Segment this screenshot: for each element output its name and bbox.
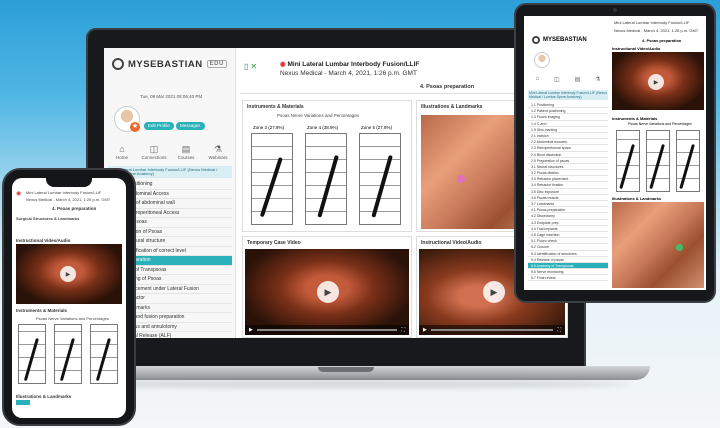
card-title: Instruments & Materials: [612, 116, 658, 121]
play-circle-icon: ◉: [280, 61, 286, 68]
avatar[interactable]: [534, 52, 550, 68]
play-icon[interactable]: ▶: [317, 281, 339, 303]
star-icon: ★: [130, 122, 140, 132]
card-title: Instructional Video/Audio: [612, 46, 661, 51]
card-title: Temporary Case Video: [247, 240, 301, 246]
phone-subtitle: Nexus Medical - March 4, 2021, 1:26 p.m.…: [26, 197, 111, 202]
phone-screen: ◉ Mini Lateral Lumbar Interbody Fusion/L…: [12, 178, 126, 418]
play-circle-icon: ◉: [16, 191, 22, 197]
nav-label: Webinars: [208, 155, 228, 160]
card-title: Illustrations & Landmarks: [16, 394, 72, 399]
zone-label: Zone 4 (38.9%): [307, 125, 339, 130]
teal-tag: [16, 400, 30, 405]
phone-notch: [46, 178, 92, 187]
tablet-nav: ⌂ ◫ ▤ ⚗: [528, 76, 608, 88]
nav-webinars[interactable]: ⚗ Webinars: [204, 144, 232, 160]
logo-sub: EDU: [206, 60, 227, 68]
edit-profile-button[interactable]: Edit Profile: [144, 122, 174, 130]
nav-home[interactable]: ⌂ Home: [108, 144, 136, 160]
landmark-marker: [676, 244, 683, 251]
procedure-icons: ▯ ✕: [244, 62, 257, 71]
document-icon: ▯: [244, 62, 249, 71]
temporary-video-card: Temporary Case Video ▶ ▶ ⛶: [242, 236, 412, 338]
play-small-icon[interactable]: ▶: [249, 327, 253, 333]
fullscreen-icon[interactable]: ⛶: [557, 327, 561, 333]
nav-label: Courses: [177, 155, 195, 160]
progress-bar[interactable]: [430, 329, 554, 331]
home-icon: ⌂: [119, 144, 125, 154]
laptop-screen: MYSEBASTIAN EDU Tue, 09 Mar 2021 06:06:4…: [104, 48, 568, 338]
procedure-title: ◉ Mini Lateral Lumbar Interbody Fusion/L…: [280, 60, 419, 68]
spine-caption: Psoas Nerve Variations and Percentages: [36, 316, 109, 321]
card-title: Instruments & Materials: [247, 104, 304, 110]
courses-icon[interactable]: ▤: [575, 76, 581, 88]
zone-label: Zone 3 (27.8%): [253, 125, 285, 130]
play-icon[interactable]: ▶: [483, 281, 505, 303]
logo-icon: [112, 58, 124, 70]
instruments-card: Instruments & Materials Psoas Nerve Vari…: [242, 100, 412, 232]
play-icon[interactable]: ▶: [60, 266, 76, 282]
procedure-subtitle: Nexus Medical - March 4, 2021, 1:26 p.m.…: [280, 70, 417, 77]
nav-connections[interactable]: ◫ Connections: [140, 144, 168, 160]
app-logo[interactable]: MYSEBASTIAN EDU: [112, 58, 227, 70]
tablet-camera: [613, 8, 617, 12]
phone-title: Mini Lateral Lumbar Interbody Fusion/LLI…: [26, 190, 102, 195]
main-nav: ⌂ Home ◫ Connections ▤ Courses ⚗ Webinars: [108, 144, 232, 160]
video-controls[interactable]: ▶ ⛶: [419, 325, 565, 335]
connections-icon[interactable]: ◫: [554, 76, 560, 88]
spine-caption: Psoas Nerve Variations and Percentages: [628, 122, 692, 126]
laptop-shadow: [60, 380, 630, 388]
step-item[interactable]: 5.7 Final review: [528, 275, 608, 282]
phone-section: 4. Psoas preparation: [52, 206, 97, 211]
tablet-illustration[interactable]: [612, 202, 704, 288]
play-icon[interactable]: ▶: [648, 74, 664, 90]
section-title: 4. Psoas preparation: [420, 84, 475, 90]
spine-diagram: [305, 133, 347, 225]
tablet-section: 4. Psoas preparation: [642, 38, 682, 43]
play-small-icon[interactable]: ▶: [423, 327, 427, 333]
home-icon[interactable]: ⌂: [535, 76, 539, 88]
messages-button[interactable]: Messages: [176, 122, 205, 130]
tablet-logo[interactable]: MYSEBASTIAN: [532, 36, 587, 44]
connections-icon: ◫: [149, 144, 159, 154]
video-controls[interactable]: ▶ ⛶: [245, 325, 409, 335]
card-title: Illustrations & Landmarks: [612, 196, 662, 201]
webinars-icon: ⚗: [213, 144, 223, 154]
logo-text: MYSEBASTIAN: [543, 37, 587, 43]
nav-courses[interactable]: ▤ Courses: [172, 144, 200, 160]
nav-label: Home: [115, 155, 128, 160]
tablet-title: Mini Lateral Lumbar Interbody Fusion/LLI…: [614, 20, 690, 25]
spine-caption: Psoas Nerve Variations and Percentages: [277, 113, 359, 118]
landmark-marker: [457, 175, 465, 183]
current-date: Tue, 09 Mar 2021 06:06:40 PM: [140, 94, 203, 99]
phone-subheading: Surgical Structures & Landmarks: [16, 216, 80, 221]
card-title: Instruments & Materials: [16, 308, 68, 313]
laptop-notch: [318, 367, 374, 372]
card-title: Instructional Video/Audio: [16, 238, 71, 243]
tablet-step-list: 1.1 Positioning 1.2 Patient positioning 1.…: [528, 102, 608, 282]
progress-bar[interactable]: [256, 329, 398, 331]
fullscreen-icon[interactable]: ⛶: [401, 327, 405, 333]
logo-icon: [532, 36, 540, 44]
zone-label: Zone 5 (27.8%): [361, 125, 393, 130]
webinars-icon[interactable]: ⚗: [595, 76, 600, 88]
tablet-procedure-header[interactable]: Mini Lateral Lumbar Interbody Fusion/LLI…: [528, 90, 608, 100]
nav-label: Connections: [141, 155, 167, 160]
spine-diagram: [359, 133, 401, 225]
tablet-screen: MYSEBASTIAN Mini Lateral Lumbar Interbod…: [524, 16, 706, 290]
title-text: Mini Lateral Lumbar Interbody Fusion/LLI…: [287, 61, 420, 68]
close-x-icon[interactable]: ✕: [250, 62, 257, 71]
logo-text: MYSEBASTIAN: [128, 58, 203, 70]
courses-icon: ▤: [181, 144, 191, 154]
tablet-subtitle: Nexus Medical - March 4, 2021, 1:26 p.m.…: [614, 28, 699, 33]
